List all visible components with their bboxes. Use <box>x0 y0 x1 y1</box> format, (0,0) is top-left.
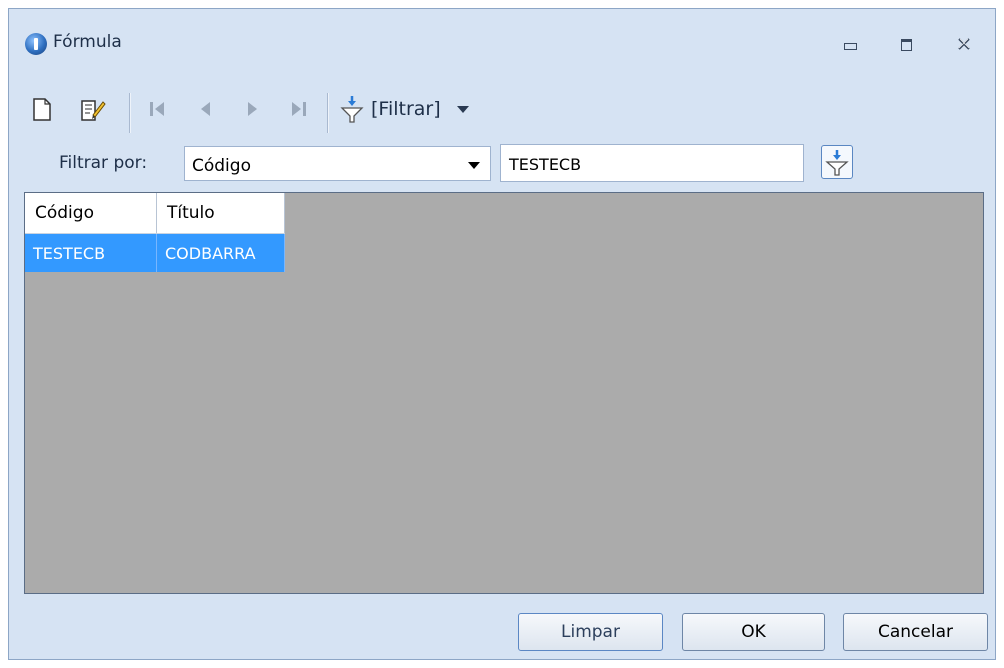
app-logo-icon <box>25 33 47 55</box>
cancel-button[interactable]: Cancelar <box>843 613 988 651</box>
next-record-icon <box>248 102 257 116</box>
filter-value-text: TESTECB <box>509 155 582 174</box>
filter-menu-label: [Filtrar] <box>371 98 441 120</box>
close-button[interactable] <box>951 33 977 55</box>
previous-record-button[interactable] <box>191 91 221 127</box>
first-record-button[interactable] <box>143 91 173 127</box>
filter-icon <box>825 150 849 176</box>
close-icon <box>958 38 970 50</box>
toolbar-separator <box>327 93 329 133</box>
previous-record-icon <box>201 102 210 116</box>
ok-button[interactable]: OK <box>682 613 825 651</box>
chevron-down-icon <box>456 105 469 113</box>
filter-row: Filtrar por: Código TESTECB <box>9 141 995 191</box>
last-record-button[interactable] <box>283 91 313 127</box>
first-record-icon <box>150 102 164 116</box>
chevron-down-icon <box>468 162 480 169</box>
maximize-icon <box>900 39 912 51</box>
edit-record-button[interactable] <box>77 91 107 127</box>
filter-field-select[interactable]: Código <box>184 146 491 181</box>
filter-icon <box>340 96 364 123</box>
table-row[interactable]: TESTECB CODBARRA <box>25 234 285 272</box>
filter-menu-button[interactable]: [Filtrar] <box>339 91 469 127</box>
next-record-button[interactable] <box>237 91 267 127</box>
window-title: Fórmula <box>53 32 122 52</box>
clear-button[interactable]: Limpar <box>518 613 663 651</box>
grid-header: Código Título <box>25 193 285 234</box>
last-record-icon <box>292 102 306 116</box>
minimize-icon <box>843 43 857 50</box>
minimize-button[interactable] <box>837 33 863 55</box>
filter-by-label: Filtrar por: <box>59 153 148 173</box>
column-header-codigo[interactable]: Código <box>25 193 157 233</box>
formula-dialog: Fórmula [Filtrar] Filtrar por: Código TE… <box>8 8 996 660</box>
filter-value-input[interactable]: TESTECB <box>500 144 804 182</box>
filter-field-value: Código <box>192 156 251 176</box>
cell-titulo: CODBARRA <box>157 234 285 272</box>
cell-codigo: TESTECB <box>25 234 157 272</box>
edit-document-icon <box>81 100 106 121</box>
new-record-button[interactable] <box>27 91 57 127</box>
title-bar: Fórmula <box>9 9 995 79</box>
toolbar-separator <box>129 93 131 133</box>
column-header-titulo[interactable]: Título <box>157 193 285 233</box>
toolbar: [Filtrar] <box>21 81 981 139</box>
results-grid: Código Título TESTECB CODBARRA <box>24 192 984 594</box>
apply-filter-button[interactable] <box>821 145 853 179</box>
new-document-icon <box>33 98 51 121</box>
dialog-footer: Limpar OK Cancelar <box>9 603 995 659</box>
maximize-button[interactable] <box>893 33 919 55</box>
